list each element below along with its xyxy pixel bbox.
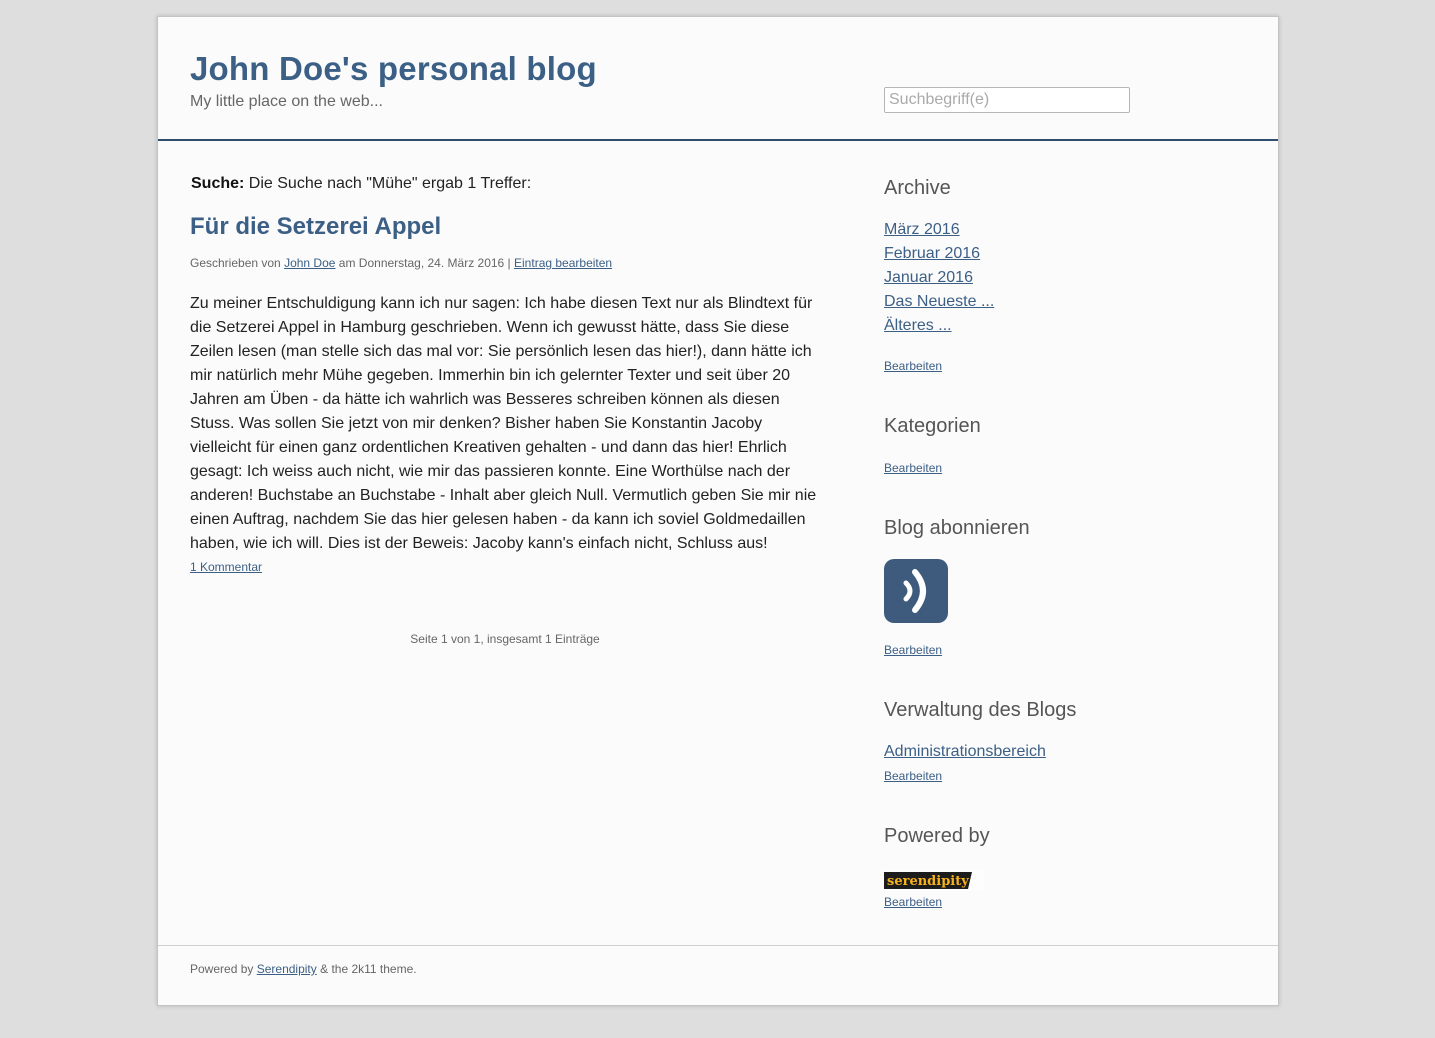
post-meta-prefix: Geschrieben von <box>190 256 281 270</box>
search-result-text: Die Suche nach "Mühe" ergab 1 Treffer: <box>248 175 532 192</box>
post-author-link[interactable]: John Doe <box>284 256 335 270</box>
edit-entry-link[interactable]: Eintrag bearbeiten <box>514 256 612 270</box>
subscribe-edit-link[interactable]: Bearbeiten <box>884 643 942 657</box>
footer-serendipity-link[interactable]: Serendipity <box>257 962 317 976</box>
site-footer: Powered by Serendipity & the 2k11 theme. <box>158 945 1278 1006</box>
search-label: Suche: <box>191 175 245 192</box>
rss-feed-icon[interactable] <box>884 559 948 623</box>
post-body: Zu meiner Entschuldigung kann ich nur sa… <box>190 295 817 552</box>
archive-link-maerz-2016[interactable]: März 2016 <box>884 221 960 239</box>
archive-edit-link[interactable]: Bearbeiten <box>884 359 942 373</box>
site-header: John Doe's personal blog My little place… <box>158 17 1278 141</box>
comments-link[interactable]: 1 Kommentar <box>190 560 262 574</box>
search-input[interactable] <box>884 87 1130 113</box>
subscribe-widget-title: Blog abonnieren <box>884 517 1030 539</box>
pagination-info: Seite 1 von 1, insgesamt 1 Einträge <box>410 632 600 646</box>
serendipity-logo[interactable]: serendipity <box>884 870 984 891</box>
archive-link-newest[interactable]: Das Neueste ... <box>884 293 994 311</box>
archive-widget-title: Archive <box>884 177 951 199</box>
categories-widget-title: Kategorien <box>884 415 981 437</box>
blog-tagline: My little place on the web... <box>190 93 383 110</box>
search-summary: Suche: Die Suche nach "Mühe" ergab 1 Tre… <box>191 175 531 193</box>
page-container: John Doe's personal blog My little place… <box>157 16 1279 1006</box>
admin-area-link[interactable]: Administrationsbereich <box>884 743 1046 761</box>
serendipity-logo-text: serendipity <box>887 874 969 889</box>
post-meta: Geschrieben von John Doe am Donnerstag, … <box>190 256 612 270</box>
archive-link-februar-2016[interactable]: Februar 2016 <box>884 245 980 263</box>
powered-widget-title: Powered by <box>884 825 990 847</box>
archive-link-older[interactable]: Älteres ... <box>884 317 952 335</box>
footer-suffix: & the 2k11 theme. <box>320 962 417 976</box>
admin-edit-link[interactable]: Bearbeiten <box>884 769 942 783</box>
admin-widget-title: Verwaltung des Blogs <box>884 699 1077 721</box>
powered-edit-link[interactable]: Bearbeiten <box>884 895 942 909</box>
post-meta-date: am Donnerstag, 24. März 2016 | <box>338 256 511 270</box>
archive-link-januar-2016[interactable]: Januar 2016 <box>884 269 973 287</box>
blog-title[interactable]: John Doe's personal blog <box>190 50 597 88</box>
post-title[interactable]: Für die Setzerei Appel <box>190 213 441 241</box>
footer-prefix: Powered by <box>190 962 254 976</box>
categories-edit-link[interactable]: Bearbeiten <box>884 461 942 475</box>
footer-text: Powered by Serendipity & the 2k11 theme. <box>190 962 417 976</box>
